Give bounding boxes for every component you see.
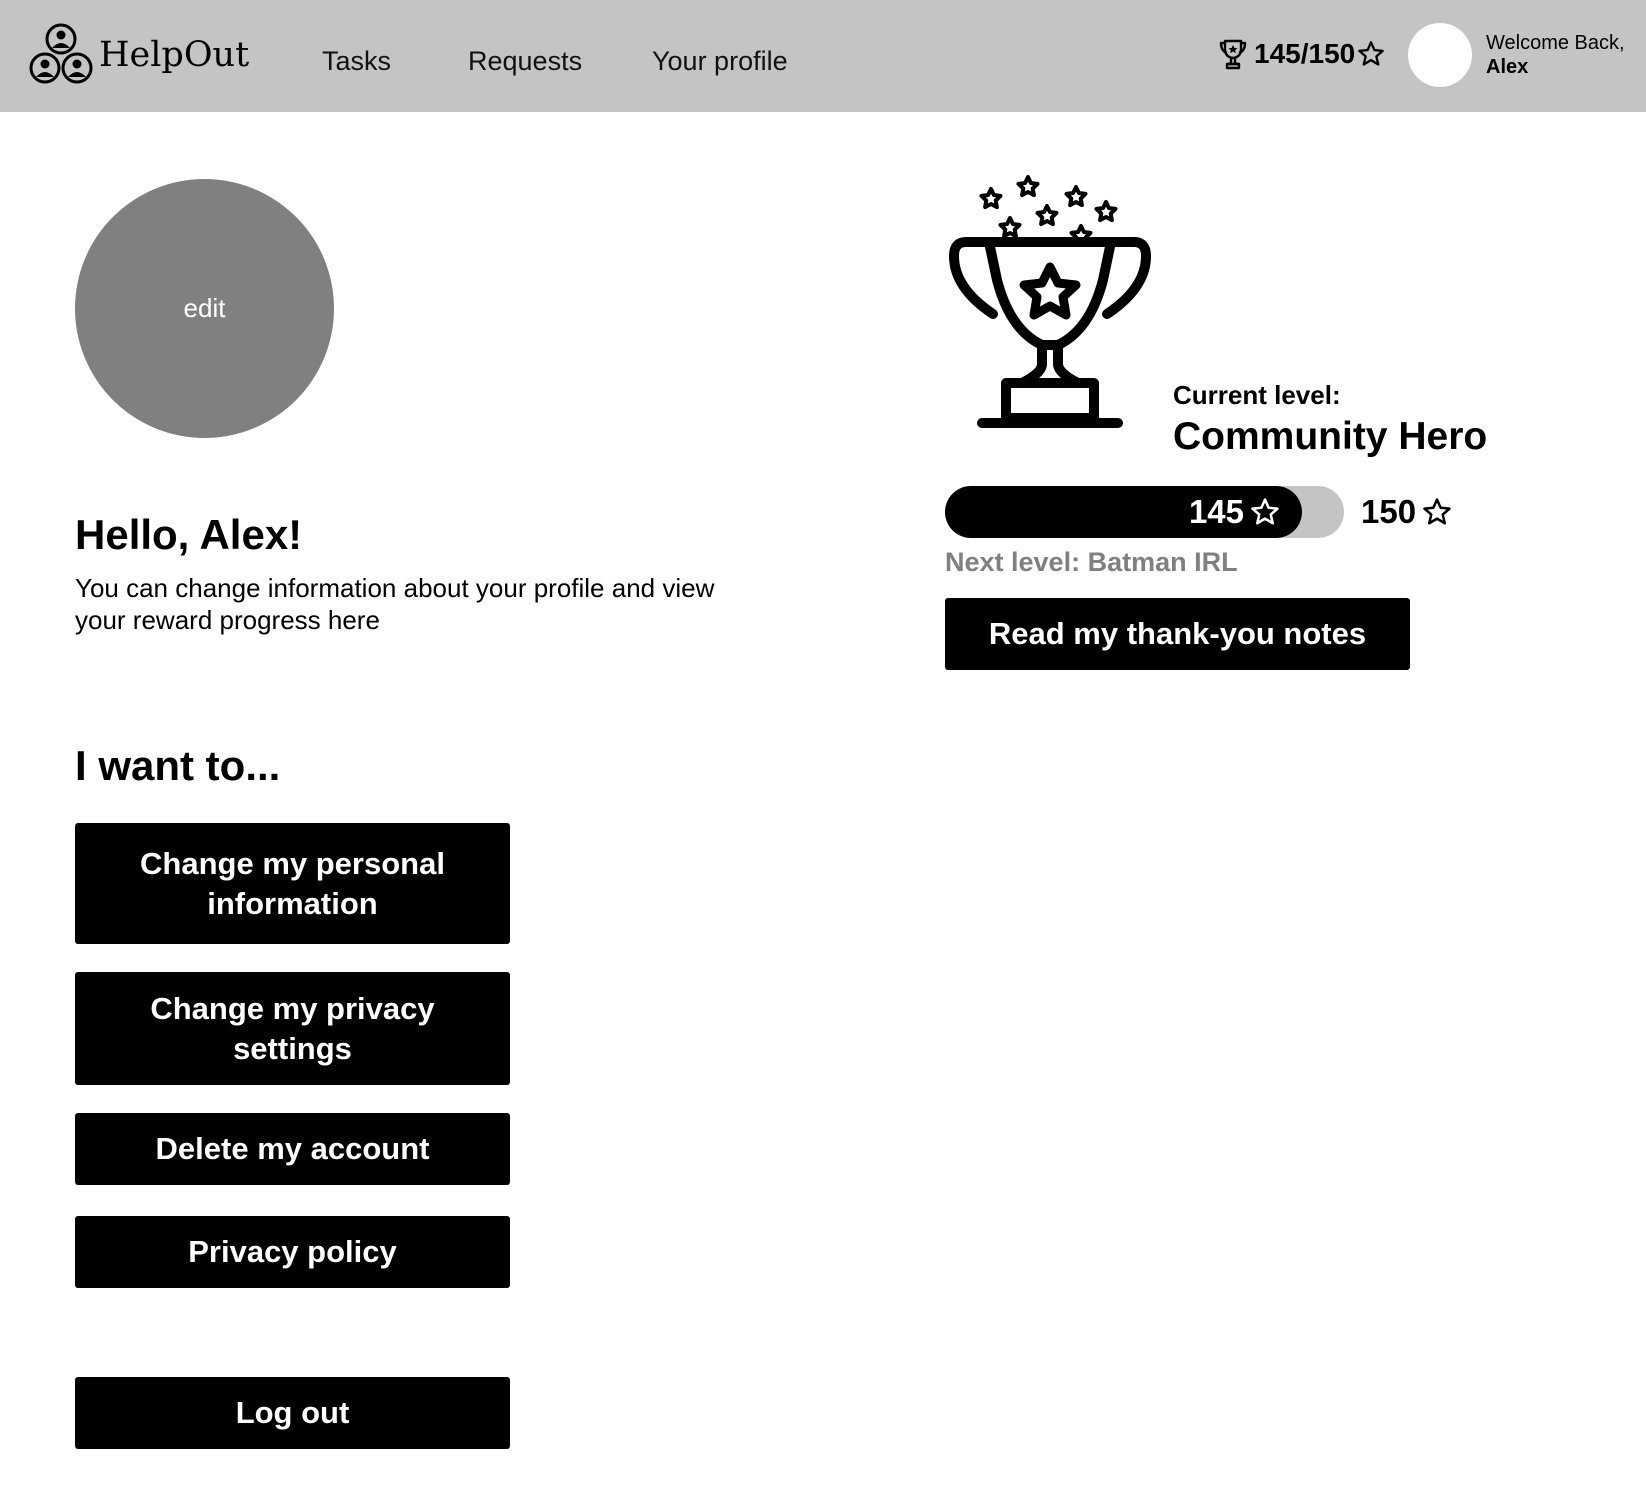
star-icon [1423,498,1451,525]
level-goal: 150 [1361,493,1452,531]
nav-your-profile[interactable]: Your profile [652,46,788,77]
user-avatar[interactable] [1408,23,1472,87]
level-progress-bar: 145 [945,486,1344,538]
page-subtitle: You can change information about your pr… [75,573,715,635]
log-out-button[interactable]: Log out [75,1377,510,1449]
read-thank-you-notes-button[interactable]: Read my thank-you notes [945,598,1410,670]
nav-requests[interactable]: Requests [468,46,582,77]
trophy-icon [949,175,1151,428]
logo[interactable]: HelpOut [26,22,249,88]
trophy-icon [1219,39,1247,70]
profile-avatar[interactable]: edit [75,179,334,438]
points-count: 145/150 [1254,38,1356,69]
welcome-message: Welcome Back, Alex [1486,31,1625,79]
current-level-label: Current level: [1173,380,1341,410]
progress-fill: 145 [945,486,1302,538]
actions-heading: I want to... [75,742,281,789]
goal-points: 150 [1361,493,1417,530]
welcome-line: Welcome Back, [1486,32,1625,54]
star-icon [1358,41,1385,66]
nav-tasks[interactable]: Tasks [322,46,391,77]
top-navigation-bar: HelpOut Tasks Requests Your profile 145/… [0,0,1646,112]
people-group-icon [29,23,93,84]
privacy-policy-button[interactable]: Privacy policy [75,1216,510,1288]
delete-account-button[interactable]: Delete my account [75,1113,510,1185]
change-personal-info-button[interactable]: Change my personal information [75,823,510,944]
points-summary: 145/150 [1218,38,1385,70]
progress-points: 145 [1188,493,1244,530]
next-level-label: Next level: Batman IRL [945,547,1238,577]
star-icon [1251,498,1279,525]
page-title: Hello, Alex! [75,511,303,558]
logo-text: HelpOut [99,35,250,75]
change-privacy-settings-button[interactable]: Change my privacy settings [75,972,510,1085]
avatar-edit-label[interactable]: edit [184,293,226,324]
user-name: Alex [1486,56,1529,78]
current-level-name: Community Hero [1173,415,1488,458]
